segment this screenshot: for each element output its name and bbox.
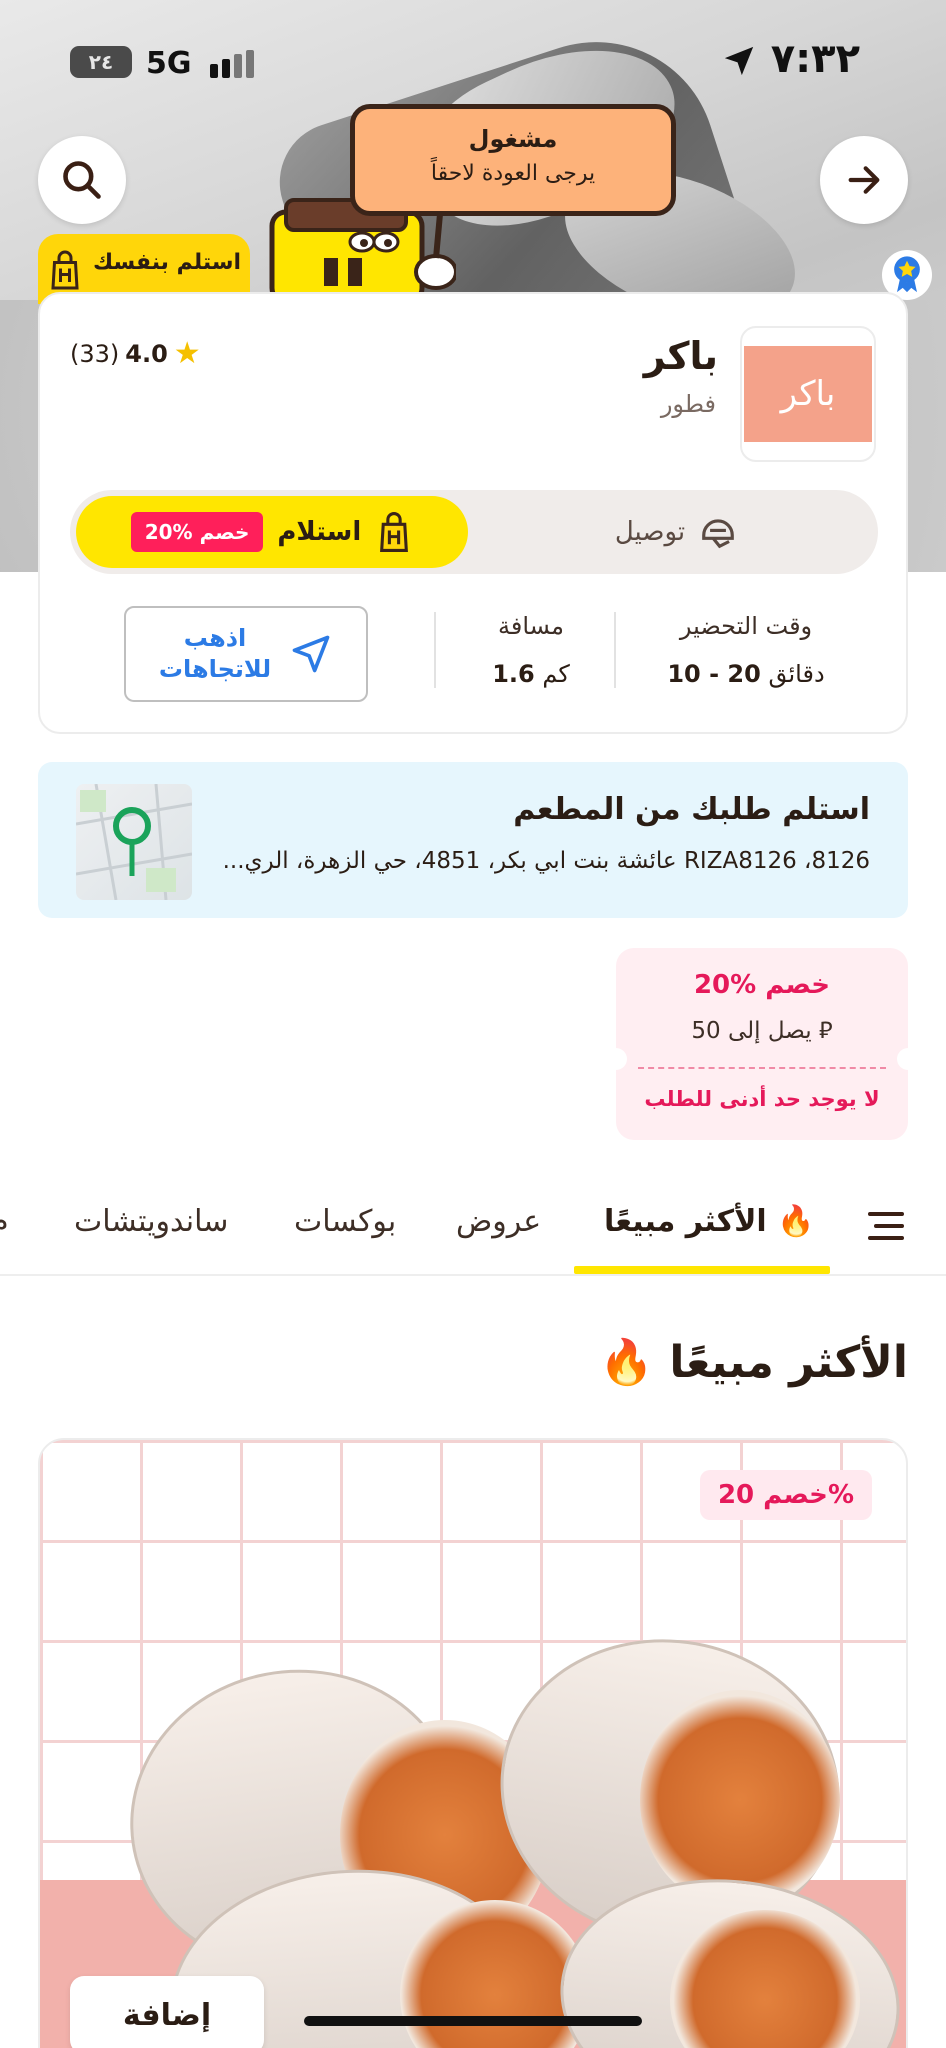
tab-best-sellers[interactable]: الأكثر مبيعًا 🔥 (604, 1204, 815, 1239)
pickup-bag-icon (51, 250, 79, 290)
pickup-option[interactable]: استلام 20% خصم (76, 496, 468, 568)
directions-label-2: للاتجاهات (158, 655, 272, 683)
rating-value: 4.0 (125, 339, 168, 368)
prep-time-label: وقت التحضير (679, 612, 813, 640)
busy-title: مشغول (468, 125, 558, 153)
tab-label: الأكثر مبيعًا (604, 1204, 767, 1239)
fire-icon: 🔥 (777, 1204, 815, 1239)
distance-stat: مسافة 1.6 كم (476, 612, 586, 688)
battery-indicator: ٢٤ (70, 46, 132, 78)
delivery-label: توصيل (614, 517, 686, 547)
product-discount-badge: خصم 20% (699, 1470, 872, 1520)
map-thumbnail[interactable] (76, 784, 192, 900)
search-icon (63, 161, 101, 199)
directions-label-1: اذهب (183, 623, 247, 652)
tab-more[interactable]: م (0, 1204, 9, 1239)
signal-icon (210, 50, 254, 78)
review-count: (33) (70, 339, 120, 368)
back-button[interactable] (820, 136, 908, 224)
discount-coupon[interactable]: 20% خصم يصل إلى 50 ⃁ لا يوجد حد أدنى للط… (605, 948, 919, 1140)
restaurant-rating[interactable]: (33) 4.0 ★ (70, 336, 201, 371)
restaurant-name: باكر (643, 334, 718, 378)
menu-icon[interactable] (864, 1206, 908, 1246)
coupon-cap: يصل إلى 50 ⃁ (691, 1018, 833, 1044)
distance-unit: كم (542, 660, 570, 688)
restaurant-category: فطور (660, 390, 716, 418)
delivery-helmet-icon (702, 519, 734, 549)
pickup-location-card[interactable]: استلم طلبك من المطعم RIZA8126 ،8126 عائش… (38, 762, 908, 918)
distance-label: مسافة (498, 612, 564, 640)
prep-time-unit: دقائق (768, 660, 825, 688)
restaurant-logo: باكر (740, 326, 876, 462)
restaurant-logo-text: باكر (744, 346, 872, 442)
restaurant-card: باكر باكر فطور (33) 4.0 ★ توصيل استلام 2… (38, 292, 908, 734)
star-icon: ★ (173, 336, 201, 371)
coupon-title: 20% خصم (693, 970, 831, 1000)
prep-time-value: 10 - 20 (667, 660, 761, 688)
pickup-bag-icon (380, 512, 409, 552)
distance-value: 1.6 (492, 660, 535, 688)
pickup-tag-label: استلم بنفسك (93, 250, 241, 275)
coupon-min-order: لا يوجد حد أدنى للطلب (644, 1087, 880, 1111)
search-button[interactable] (38, 136, 126, 224)
network-label: 5G (146, 46, 192, 81)
stat-divider (614, 612, 616, 688)
fire-icon: 🔥 (599, 1337, 655, 1388)
tab-boxes[interactable]: بوكسات (294, 1204, 396, 1239)
verified-icon (894, 256, 920, 293)
home-indicator (304, 2016, 642, 2026)
pickup-discount-badge: 20% خصم (130, 512, 264, 552)
tab-sandwiches[interactable]: ساندويتشات (74, 1204, 228, 1239)
directions-button[interactable]: اذهب للاتجاهات (124, 606, 368, 702)
add-to-cart-button[interactable]: إضافة (70, 1976, 264, 2048)
status-bar: ٢٤ 5G ٧:٣٢ (0, 0, 946, 120)
product-card[interactable]: خصم 20% إضافة (38, 1438, 908, 2048)
pickup-location-title: استلم طلبك من المطعم (513, 792, 870, 827)
map-pin-icon (76, 784, 192, 900)
delivery-option[interactable]: توصيل (480, 496, 872, 568)
busy-subtitle: يرجى العودة لاحقاً (430, 161, 596, 186)
arrow-right-icon (848, 166, 880, 194)
section-title: 🔥 الأكثر مبيعًا (599, 1336, 908, 1388)
pickup-address: RIZA8126 ،8126 عائشة بنت ابي بكر، 4851، … (222, 848, 870, 874)
pickup-label: استلام (277, 517, 362, 547)
active-tab-indicator (574, 1266, 830, 1274)
order-mode-toggle: توصيل استلام 20% خصم (70, 490, 878, 574)
busy-sign: مشغول يرجى العودة لاحقاً (350, 104, 676, 216)
location-arrow-icon (724, 46, 754, 76)
tab-offers[interactable]: عروض (456, 1204, 541, 1239)
section-title-text: الأكثر مبيعًا (669, 1337, 908, 1388)
coupon-divider (638, 1067, 886, 1069)
clock: ٧:٣٢ (770, 36, 860, 82)
prep-time-stat: وقت التحضير 10 - 20 دقائق (656, 612, 836, 688)
navigation-arrow-icon (292, 635, 330, 673)
stat-divider (434, 612, 436, 688)
category-tabs: الأكثر مبيعًا 🔥 عروض بوكسات ساندويتشات م (0, 1184, 946, 1276)
